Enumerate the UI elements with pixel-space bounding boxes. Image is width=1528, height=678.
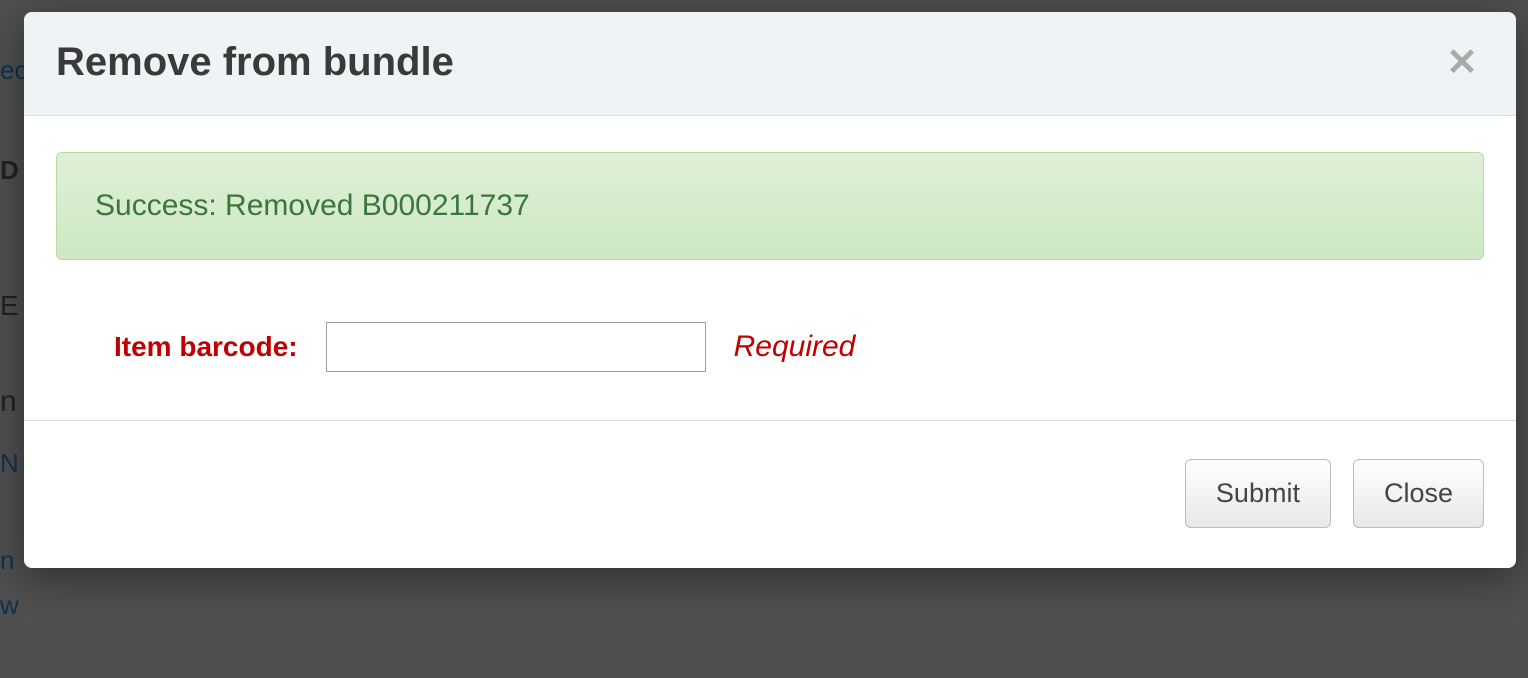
close-button[interactable]: Close — [1353, 459, 1484, 528]
modal-footer: Submit Close — [24, 420, 1516, 568]
submit-button[interactable]: Submit — [1185, 459, 1331, 528]
required-hint: Required — [734, 330, 856, 364]
close-icon[interactable]: ✕ — [1440, 44, 1484, 82]
remove-from-bundle-modal: Remove from bundle ✕ Success: Removed B0… — [24, 12, 1516, 568]
item-barcode-input[interactable] — [326, 322, 706, 372]
item-barcode-label: Item barcode: — [114, 331, 298, 363]
modal-body: Success: Removed B000211737 Item barcode… — [24, 116, 1516, 420]
success-alert: Success: Removed B000211737 — [56, 152, 1484, 260]
item-barcode-row: Item barcode: Required — [56, 322, 1484, 372]
modal-title: Remove from bundle — [56, 40, 454, 85]
modal-header: Remove from bundle ✕ — [24, 12, 1516, 116]
alert-message: Success: Removed B000211737 — [95, 189, 530, 222]
